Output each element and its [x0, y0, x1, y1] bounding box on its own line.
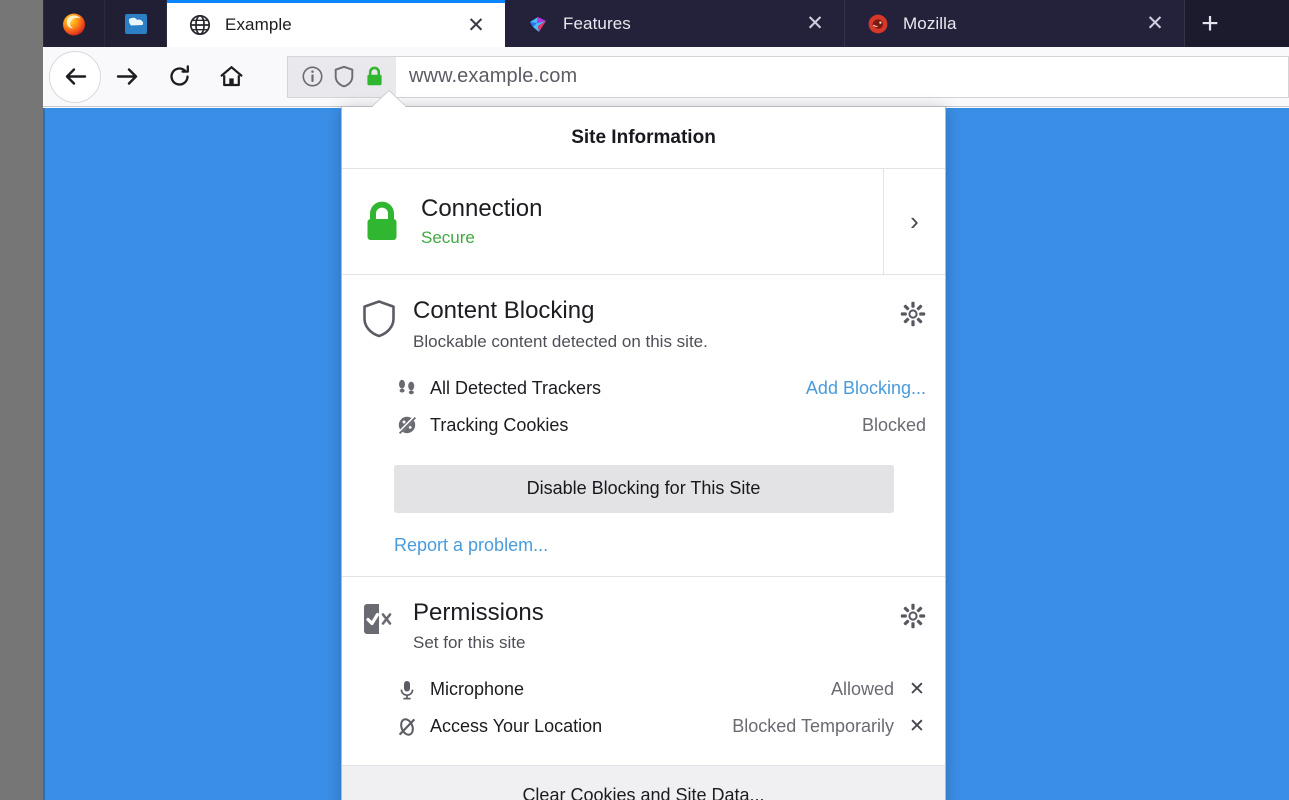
reload-icon [166, 63, 193, 90]
screen: Example ✕ Features ✕ [0, 0, 1289, 800]
new-tab-button[interactable]: + [1185, 0, 1235, 47]
clear-permission-button[interactable]: ✕ [908, 715, 926, 738]
connection-main: Connection Secure [342, 169, 883, 274]
content-blocking-title: Content Blocking [413, 297, 892, 325]
forward-button[interactable] [101, 51, 153, 103]
url-input[interactable]: www.example.com [396, 56, 1289, 98]
tab-features[interactable]: Features ✕ [505, 0, 845, 47]
firefox-pinned-tab[interactable] [43, 0, 105, 47]
content-blocking-subtitle: Blockable content detected on this site. [413, 332, 892, 352]
url-text: www.example.com [396, 65, 577, 88]
clear-cookies-button[interactable]: Clear Cookies and Site Data... [342, 766, 945, 800]
content-blocking-settings-button[interactable] [892, 297, 926, 327]
home-button[interactable] [205, 51, 257, 103]
content-blocking-titles: Content Blocking Blockable content detec… [413, 297, 892, 352]
arrow-left-icon [62, 63, 89, 90]
pocket-book-icon [123, 11, 149, 37]
panel-arrow [372, 91, 406, 107]
microphone-icon [394, 679, 420, 701]
shield-icon [361, 297, 401, 339]
tab-title: Features [563, 14, 782, 34]
firefox-nightly-icon [527, 13, 549, 35]
tab-title: Mozilla [903, 14, 1122, 34]
list-item[interactable]: All Detected Trackers Add Blocking... [361, 370, 926, 407]
list-item-label: Access Your Location [430, 716, 732, 737]
url-bar-container: www.example.com [287, 56, 1289, 98]
tab-example[interactable]: Example ✕ [167, 0, 505, 47]
gear-icon [900, 301, 926, 327]
list-item[interactable]: Microphone Allowed ✕ [361, 671, 926, 708]
tab-strip: Example ✕ Features ✕ [43, 0, 1289, 47]
permissions-title: Permissions [413, 599, 892, 627]
panel-header: Site Information [342, 107, 945, 169]
permissions-items: Microphone Allowed ✕ Access Your Locatio… [361, 671, 926, 745]
disable-blocking-button[interactable]: Disable Blocking for This Site [394, 465, 894, 513]
tab-close-button[interactable]: ✕ [461, 10, 491, 40]
connection-more-button[interactable]: › [883, 169, 945, 274]
gear-icon [900, 603, 926, 629]
clear-cookies-label: Clear Cookies and Site Data... [522, 785, 764, 800]
list-item[interactable]: Tracking Cookies Blocked [361, 407, 926, 444]
padlock-icon [361, 199, 403, 245]
connection-section: Connection Secure › [342, 169, 945, 275]
list-item-state: Allowed [831, 679, 894, 700]
permissions-section: Permissions Set for this site [342, 577, 945, 767]
tab-mozilla[interactable]: Mozilla ✕ [845, 0, 1185, 47]
connection-row[interactable]: Connection Secure › [342, 169, 945, 274]
reload-button[interactable] [153, 51, 205, 103]
add-blocking-link[interactable]: Add Blocking... [806, 378, 926, 399]
connection-state: Secure [421, 228, 542, 248]
firefox-logo-icon [61, 11, 87, 37]
permissions-checkbox-icon [361, 599, 401, 639]
chevron-right-icon: › [910, 206, 919, 237]
list-item-state: Blocked [862, 415, 926, 436]
arrow-right-icon [114, 63, 141, 90]
clear-permission-button[interactable]: ✕ [908, 678, 926, 701]
report-problem-link[interactable]: Report a problem... [394, 535, 548, 556]
back-button[interactable] [49, 51, 101, 103]
connection-title: Connection [421, 195, 542, 223]
tab-close-button[interactable]: ✕ [800, 9, 830, 39]
list-item[interactable]: Access Your Location Blocked Temporarily… [361, 708, 926, 745]
site-information-panel: Site Information Connection Secure [341, 106, 946, 800]
tab-title: Example [225, 15, 443, 35]
list-item-label: Microphone [430, 679, 831, 700]
info-circle-icon[interactable] [301, 65, 324, 88]
content-blocking-head: Content Blocking Blockable content detec… [361, 297, 926, 352]
connection-text: Connection Secure [421, 195, 542, 248]
permissions-subtitle: Set for this site [413, 633, 892, 653]
panel-title: Site Information [571, 127, 716, 149]
cookie-blocked-icon [394, 414, 420, 436]
navigation-toolbar: www.example.com [43, 47, 1289, 107]
list-item-label: Tracking Cookies [430, 415, 862, 436]
permissions-settings-button[interactable] [892, 599, 926, 629]
list-item-state: Blocked Temporarily [732, 716, 894, 737]
content-blocking-items: All Detected Trackers Add Blocking... [361, 370, 926, 444]
location-blocked-icon [394, 716, 420, 738]
tab-close-button[interactable]: ✕ [1140, 9, 1170, 39]
globe-icon [189, 14, 211, 36]
shield-icon[interactable] [333, 65, 355, 88]
permissions-head: Permissions Set for this site [361, 599, 926, 654]
permissions-titles: Permissions Set for this site [413, 599, 892, 654]
footprints-icon [394, 377, 420, 399]
list-item-label: All Detected Trackers [430, 378, 806, 399]
padlock-icon[interactable] [364, 65, 385, 88]
content-blocking-section: Content Blocking Blockable content detec… [342, 275, 945, 577]
mozilla-dino-icon [867, 13, 889, 35]
home-icon [218, 63, 245, 90]
pocket-pinned-tab[interactable] [105, 0, 167, 47]
